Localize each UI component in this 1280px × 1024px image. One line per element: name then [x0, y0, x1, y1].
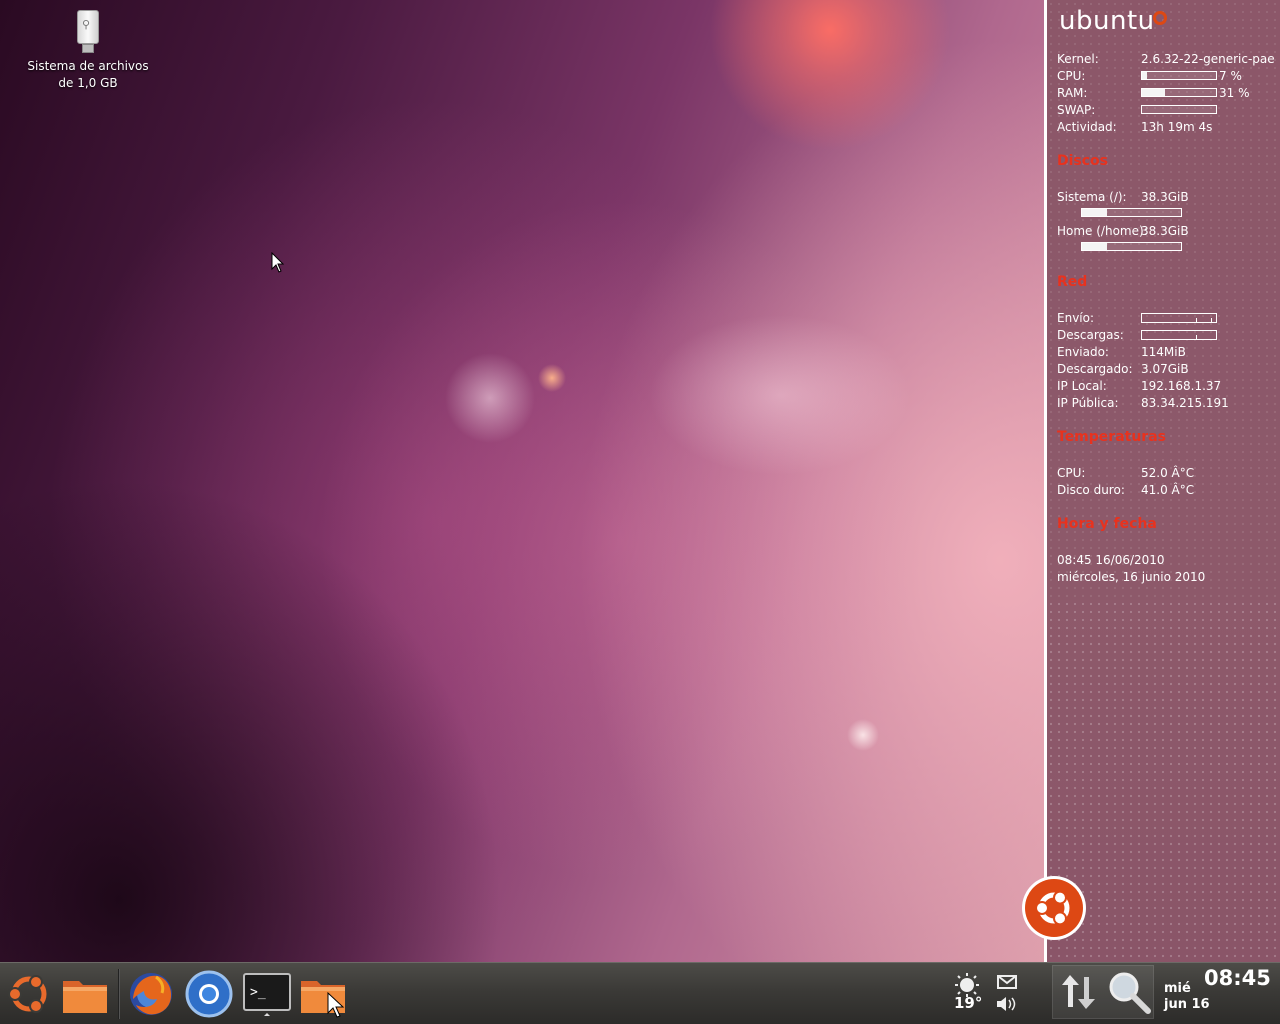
desktop-icon-label: Sistema de archivos de 1,0 GB: [27, 59, 149, 90]
root-disk-label: Sistema (/):: [1057, 190, 1127, 204]
clock-time[interactable]: 08:45: [1204, 966, 1271, 990]
disk-temp-value: 41.0 Â°C: [1141, 483, 1195, 497]
svg-text:>_: >_: [250, 985, 266, 1000]
mail-envelope-icon[interactable]: [997, 975, 1017, 989]
public-ip-value: 83.34.215.191: [1141, 396, 1229, 410]
public-ip-label: IP Pública:: [1057, 396, 1119, 410]
network-heading: Red: [1057, 274, 1088, 290]
disks-heading: Discos: [1057, 153, 1109, 169]
datetime-line-1: 08:45 16/06/2010: [1057, 553, 1165, 567]
swap-usage-bar: [1141, 105, 1217, 114]
upload-label: Envío:: [1057, 311, 1095, 325]
desktop-background[interactable]: ⚲ Sistema de archivos de 1,0 GB: [0, 0, 1044, 962]
clock-day[interactable]: mié: [1164, 981, 1191, 996]
terminal-icon[interactable]: >_: [242, 969, 292, 1019]
home-disk-value: 38.3GiB: [1141, 224, 1189, 238]
search-magnifier-icon[interactable]: [1104, 969, 1152, 1015]
weather-temperature: 19°: [954, 994, 983, 1012]
home-folder-icon[interactable]: [60, 969, 110, 1019]
cpu-temp-label: CPU:: [1057, 466, 1086, 480]
uptime-value: 13h 19m 4s: [1141, 120, 1213, 134]
swap-label: SWAP:: [1057, 103, 1096, 117]
sent-label: Enviado:: [1057, 345, 1109, 359]
home-disk-label: Home (/home):: [1057, 224, 1148, 238]
cpu-value: 7 %: [1219, 69, 1242, 83]
uptime-label: Actividad:: [1057, 120, 1117, 134]
received-value: 3.07GiB: [1141, 362, 1189, 376]
cpu-temp-value: 52.0 Â°C: [1141, 466, 1195, 480]
temperatures-heading: Temperaturas: [1057, 429, 1166, 445]
received-label: Descargado:: [1057, 362, 1133, 376]
folder-icon[interactable]: [298, 969, 348, 1019]
ubuntu-badge-icon: [1022, 876, 1086, 940]
local-ip-value: 192.168.1.37: [1141, 379, 1222, 393]
download-label: Descargas:: [1057, 328, 1124, 342]
clock-date[interactable]: jun 16: [1164, 997, 1210, 1012]
download-graph: [1141, 330, 1217, 340]
chromium-icon[interactable]: [184, 969, 234, 1019]
upload-graph: [1141, 313, 1217, 323]
sent-value: 114MiB: [1141, 345, 1186, 359]
bottom-panel: >_ 19° 08:45 mié jun 16: [0, 962, 1280, 1024]
root-disk-bar: [1081, 208, 1182, 217]
cpu-usage-bar: [1141, 71, 1217, 80]
ubuntu-menu-icon[interactable]: [4, 969, 54, 1019]
firefox-icon[interactable]: [126, 969, 176, 1019]
local-ip-label: IP Local:: [1057, 379, 1107, 393]
ubuntu-circle-logo-icon: [1153, 11, 1167, 25]
datetime-heading: Hora y fecha: [1057, 516, 1157, 532]
cpu-label: CPU:: [1057, 69, 1086, 83]
disk-temp-label: Disco duro:: [1057, 483, 1125, 497]
kernel-value: 2.6.32-22-generic-pae: [1141, 52, 1275, 66]
ram-value: 31 %: [1219, 86, 1250, 100]
datetime-line-2: miércoles, 16 junio 2010: [1057, 570, 1206, 584]
desktop-icon-usb-drive[interactable]: ⚲ Sistema de archivos de 1,0 GB: [22, 10, 154, 92]
conky-system-monitor: ubuntu Kernel: 2.6.32-22-generic-pae CPU…: [1044, 0, 1280, 962]
ram-usage-bar: [1141, 88, 1217, 97]
home-disk-bar: [1081, 242, 1182, 251]
ubuntu-logo-text: ubuntu: [1059, 6, 1155, 36]
usb-drive-icon: ⚲: [77, 10, 99, 54]
ram-label: RAM:: [1057, 86, 1088, 100]
network-updown-arrows-icon[interactable]: [1058, 971, 1100, 1013]
mouse-pointer-icon: [271, 252, 285, 273]
root-disk-value: 38.3GiB: [1141, 190, 1189, 204]
volume-speaker-icon[interactable]: [995, 995, 1019, 1013]
kernel-label: Kernel:: [1057, 52, 1099, 66]
